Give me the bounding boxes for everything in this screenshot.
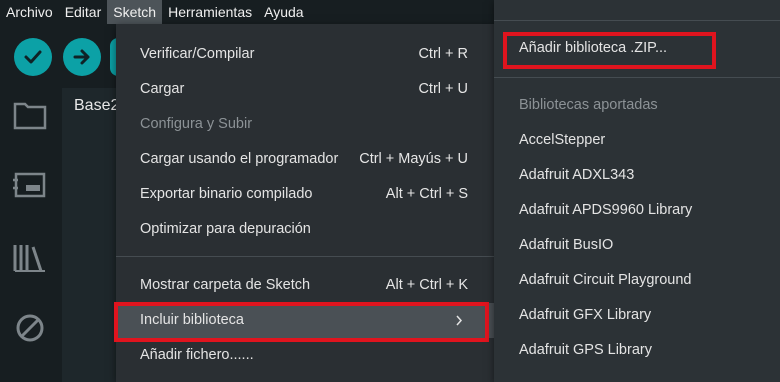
highlight-add-zip: [503, 32, 716, 69]
board-manager-icon[interactable]: [12, 166, 48, 202]
debug-no-icon[interactable]: [12, 310, 48, 346]
library-item[interactable]: Adafruit Circuit Playground: [494, 263, 780, 298]
library-item[interactable]: Adafruit ADXL343: [494, 158, 780, 193]
library-item[interactable]: Adafruit APDS9960 Library: [494, 193, 780, 228]
editor-tab-title[interactable]: Base2: [74, 97, 119, 115]
menu-item-add-file[interactable]: Añadir fichero......: [116, 338, 494, 373]
library-item[interactable]: Adafruit GPS Library: [494, 333, 780, 368]
menu-item-show-sketch-folder[interactable]: Mostrar carpeta de Sketch Alt + Ctrl + K: [116, 268, 494, 303]
menu-item-label: Optimizar para depuración: [140, 221, 311, 237]
upload-button[interactable]: [63, 38, 101, 76]
library-item[interactable]: Adafruit GFX Library: [494, 298, 780, 333]
library-manager-icon[interactable]: [12, 240, 48, 276]
menu-item-shortcut: Ctrl + Mayús + U: [359, 151, 468, 167]
contributed-libraries-header: Bibliotecas aportadas: [519, 97, 658, 113]
arrow-right-icon: [73, 49, 90, 65]
menu-item-upload-programmer[interactable]: Cargar usando el programador Ctrl + Mayú…: [116, 142, 494, 177]
menu-item-upload[interactable]: Cargar Ctrl + U: [116, 72, 494, 107]
menu-separator: [494, 77, 780, 78]
menu-item-label: Añadir fichero......: [140, 347, 254, 363]
library-item[interactable]: Adafruit BusIO: [494, 228, 780, 263]
menu-ayuda[interactable]: Ayuda: [258, 0, 309, 24]
menu-item-label: Cargar: [140, 81, 185, 97]
menu-item-label: Mostrar carpeta de Sketch: [140, 277, 311, 293]
menu-item-shortcut: Ctrl + R: [418, 46, 468, 62]
menu-separator: [494, 20, 780, 21]
highlight-include-library: [114, 302, 489, 342]
menu-item-optimize-debug[interactable]: Optimizar para depuración: [116, 212, 494, 247]
menu-item-label: Cargar usando el programador: [140, 151, 339, 167]
menu-item-label: Verificar/Compilar: [140, 46, 255, 62]
menu-item-shortcut: Ctrl + U: [418, 81, 468, 97]
library-item[interactable]: AccelStepper: [494, 123, 780, 158]
menu-archivo[interactable]: Archivo: [0, 0, 59, 24]
menu-item-label: Exportar binario compilado: [140, 186, 313, 202]
verify-button[interactable]: [14, 38, 52, 76]
menu-separator: [116, 256, 494, 257]
menu-editar[interactable]: Editar: [59, 0, 108, 24]
menu-item-configure-upload: Configura y Subir: [116, 107, 494, 142]
folder-icon[interactable]: [12, 97, 48, 133]
menu-item-label: Configura y Subir: [140, 116, 253, 132]
checkmark-icon: [24, 50, 42, 64]
menu-item-export-binary[interactable]: Exportar binario compilado Alt + Ctrl + …: [116, 177, 494, 212]
menu-item-shortcut: Alt + Ctrl + K: [385, 277, 468, 293]
menu-item-verify[interactable]: Verificar/Compilar Ctrl + R: [116, 37, 494, 72]
menu-herramientas[interactable]: Herramientas: [162, 0, 258, 24]
menu-item-shortcut: Alt + Ctrl + S: [385, 186, 468, 202]
menu-sketch[interactable]: Sketch: [107, 0, 163, 24]
